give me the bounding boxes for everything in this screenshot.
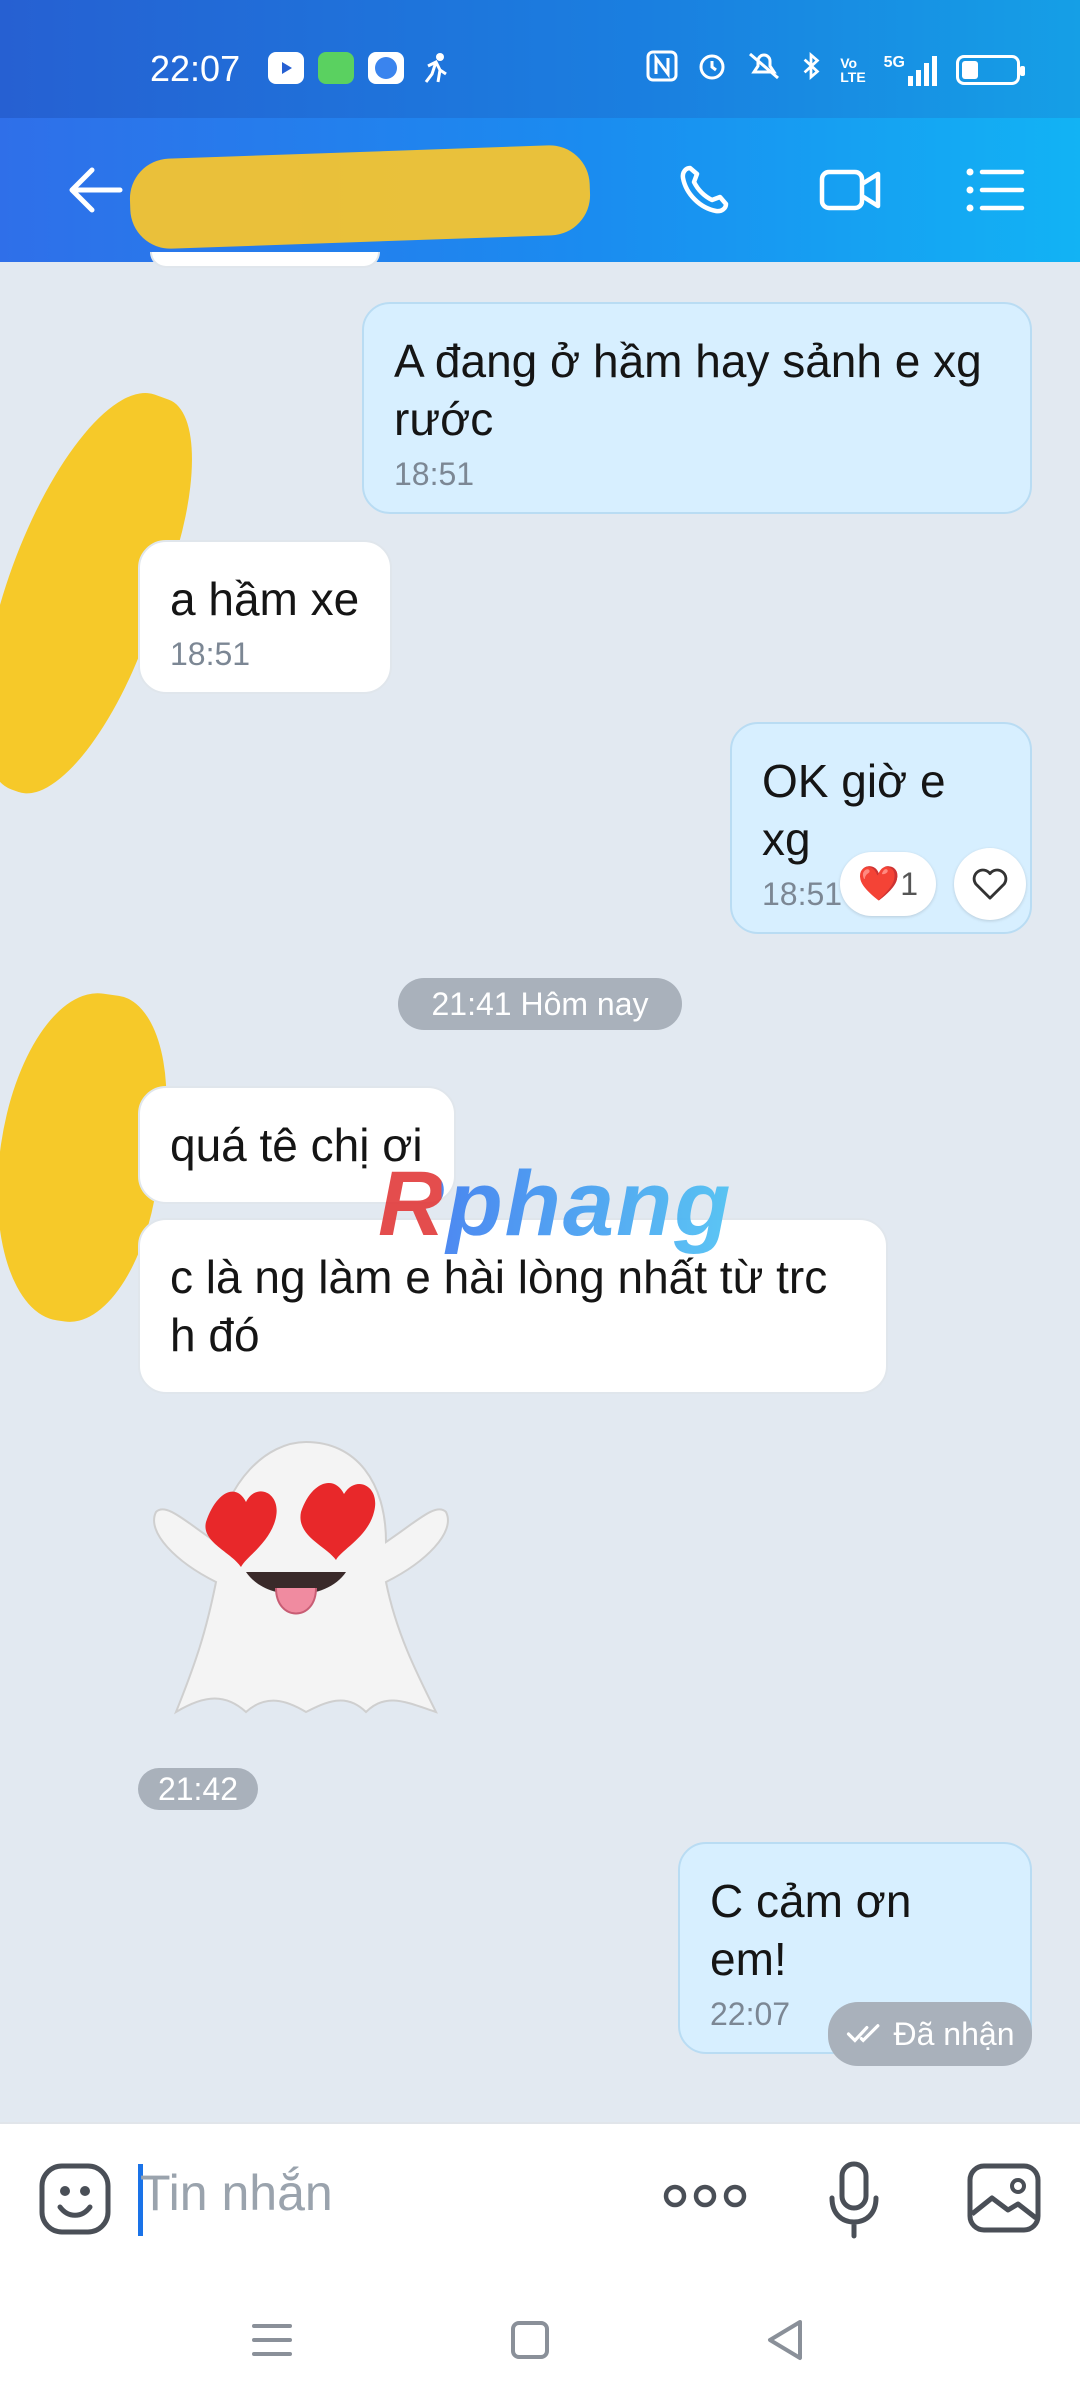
microphone-icon[interactable]: [826, 2160, 882, 2240]
ghost-heart-eyes-sticker[interactable]: [136, 1432, 466, 1732]
reaction-count[interactable]: ❤️ 1: [840, 852, 936, 916]
date-divider: 21:41 Hôm nay: [398, 978, 682, 1030]
message-text: c là ng làm e hài lòng nhất từ trc h đó: [170, 1251, 828, 1361]
reaction-count-value: 1: [900, 865, 919, 902]
contact-name-redacted[interactable]: [128, 144, 592, 250]
image-icon[interactable]: [966, 2162, 1042, 2234]
notification-icons: [268, 52, 454, 84]
back-arrow-icon[interactable]: [60, 158, 130, 222]
message-text: C cảm ơn em!: [710, 1875, 912, 1985]
delivery-status: Đã nhận: [828, 2002, 1032, 2066]
messages-icon: [318, 52, 354, 84]
mute-icon: [746, 50, 782, 90]
home-nav-icon[interactable]: [500, 2310, 560, 2370]
message-time: 18:51: [170, 636, 251, 672]
status-bar: 22:07 Vo LTE 5G: [0, 0, 1080, 118]
heart-outline-icon[interactable]: [954, 848, 1026, 920]
browser-icon: [368, 52, 404, 84]
emoji-icon[interactable]: [38, 2162, 112, 2236]
message-text: a hầm xe: [170, 573, 360, 625]
more-dots-icon[interactable]: [660, 2176, 750, 2216]
message-text: A đang ở hầm hay sảnh e xg rước: [394, 335, 982, 445]
sticker-time: 21:42: [138, 1768, 258, 1810]
video-camera-icon[interactable]: [816, 158, 886, 222]
phone-icon[interactable]: [672, 158, 742, 222]
battery-icon: [956, 55, 1025, 85]
list-menu-icon[interactable]: [960, 158, 1030, 222]
message-time: 18:51: [394, 456, 475, 492]
message-input[interactable]: Tin nhắn: [140, 2164, 640, 2234]
system-icons: Vo LTE 5G: [646, 50, 1025, 90]
chat-area[interactable]: A đang ở hầm hay sảnh e xg rước 18:51 a …: [0, 252, 1080, 2122]
network-label: 5G: [883, 54, 905, 71]
bluetooth-icon: [800, 50, 822, 90]
heart-reaction-icon: ❤️: [857, 865, 901, 903]
status-time: 22:07: [150, 48, 241, 89]
message-input-bar: Tin nhắn: [0, 2122, 1080, 2280]
menu-nav-icon[interactable]: [242, 2310, 302, 2370]
back-nav-icon[interactable]: [756, 2310, 816, 2370]
nfc-icon: [646, 50, 678, 90]
runner-icon: [418, 52, 454, 84]
system-nav-bar: [0, 2280, 1080, 2400]
volte-icon: Vo LTE: [840, 55, 866, 85]
watermark-logo: Rphang: [378, 1153, 733, 1255]
partial-bubble: [150, 252, 380, 268]
5g-signal-icon: 5G: [884, 54, 938, 86]
youtube-icon: [268, 52, 304, 84]
double-check-icon: [846, 2024, 879, 2043]
delivery-status-label: Đã nhận: [893, 2016, 1015, 2052]
message-text: OK giờ e xg: [762, 755, 946, 865]
message-bubble-outgoing[interactable]: A đang ở hầm hay sảnh e xg rước 18:51: [362, 302, 1032, 514]
alarm-icon: [696, 50, 728, 90]
chat-header: [0, 118, 1080, 262]
message-bubble-incoming[interactable]: a hầm xe 18:51: [138, 540, 392, 694]
